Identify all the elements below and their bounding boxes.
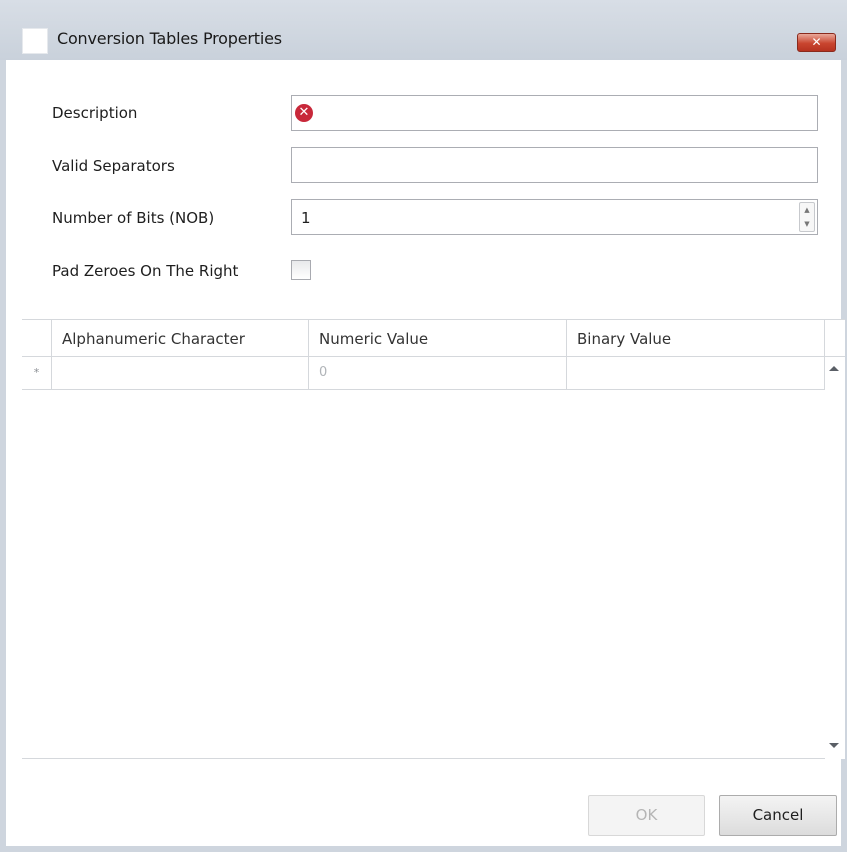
- close-icon: ✕: [811, 35, 822, 49]
- nob-numeric-input[interactable]: 1 ▲ ▼: [291, 199, 818, 235]
- valid-separators-input[interactable]: [291, 147, 818, 183]
- close-button[interactable]: ✕: [797, 33, 836, 52]
- column-header-alphanumeric[interactable]: Alphanumeric Character: [52, 320, 309, 356]
- conversion-table-grid: Alphanumeric Character Numeric Value Bin…: [22, 319, 845, 759]
- pad-zeroes-checkbox[interactable]: [291, 260, 311, 280]
- dialog-window: Conversion Tables Properties ✕ Descripti…: [0, 0, 847, 852]
- cancel-button[interactable]: Cancel: [719, 795, 837, 836]
- row-header-corner: [22, 320, 52, 356]
- valid-separators-label: Valid Separators: [52, 157, 175, 175]
- dialog-title: Conversion Tables Properties: [57, 29, 282, 48]
- new-row-marker: *: [22, 357, 52, 389]
- nob-value: 1: [301, 209, 311, 227]
- app-icon: [22, 28, 48, 54]
- cell-binary[interactable]: [567, 357, 825, 389]
- description-label: Description: [52, 104, 138, 122]
- column-header-numeric[interactable]: Numeric Value: [309, 320, 567, 356]
- title-bar: Conversion Tables Properties ✕: [0, 0, 847, 60]
- error-icon: ✕: [295, 104, 313, 122]
- column-header-binary[interactable]: Binary Value: [567, 320, 825, 356]
- grid-header: Alphanumeric Character Numeric Value Bin…: [22, 320, 845, 357]
- ok-button[interactable]: OK: [588, 795, 705, 836]
- nob-spinner[interactable]: ▲ ▼: [799, 202, 815, 232]
- pad-zeroes-label: Pad Zeroes On The Right: [52, 262, 239, 280]
- grid-vertical-scrollbar[interactable]: [825, 357, 845, 759]
- scroll-up-arrow-icon[interactable]: [829, 366, 839, 371]
- table-row-new[interactable]: * 0: [22, 357, 825, 390]
- chevron-down-icon[interactable]: ▼: [800, 217, 814, 231]
- scroll-down-arrow-icon[interactable]: [829, 743, 839, 748]
- cell-alphanumeric[interactable]: [52, 357, 309, 389]
- nob-label: Number of Bits (NOB): [52, 209, 215, 227]
- description-input[interactable]: ✕: [291, 95, 818, 131]
- cell-numeric[interactable]: 0: [309, 357, 567, 389]
- chevron-up-icon[interactable]: ▲: [800, 203, 814, 217]
